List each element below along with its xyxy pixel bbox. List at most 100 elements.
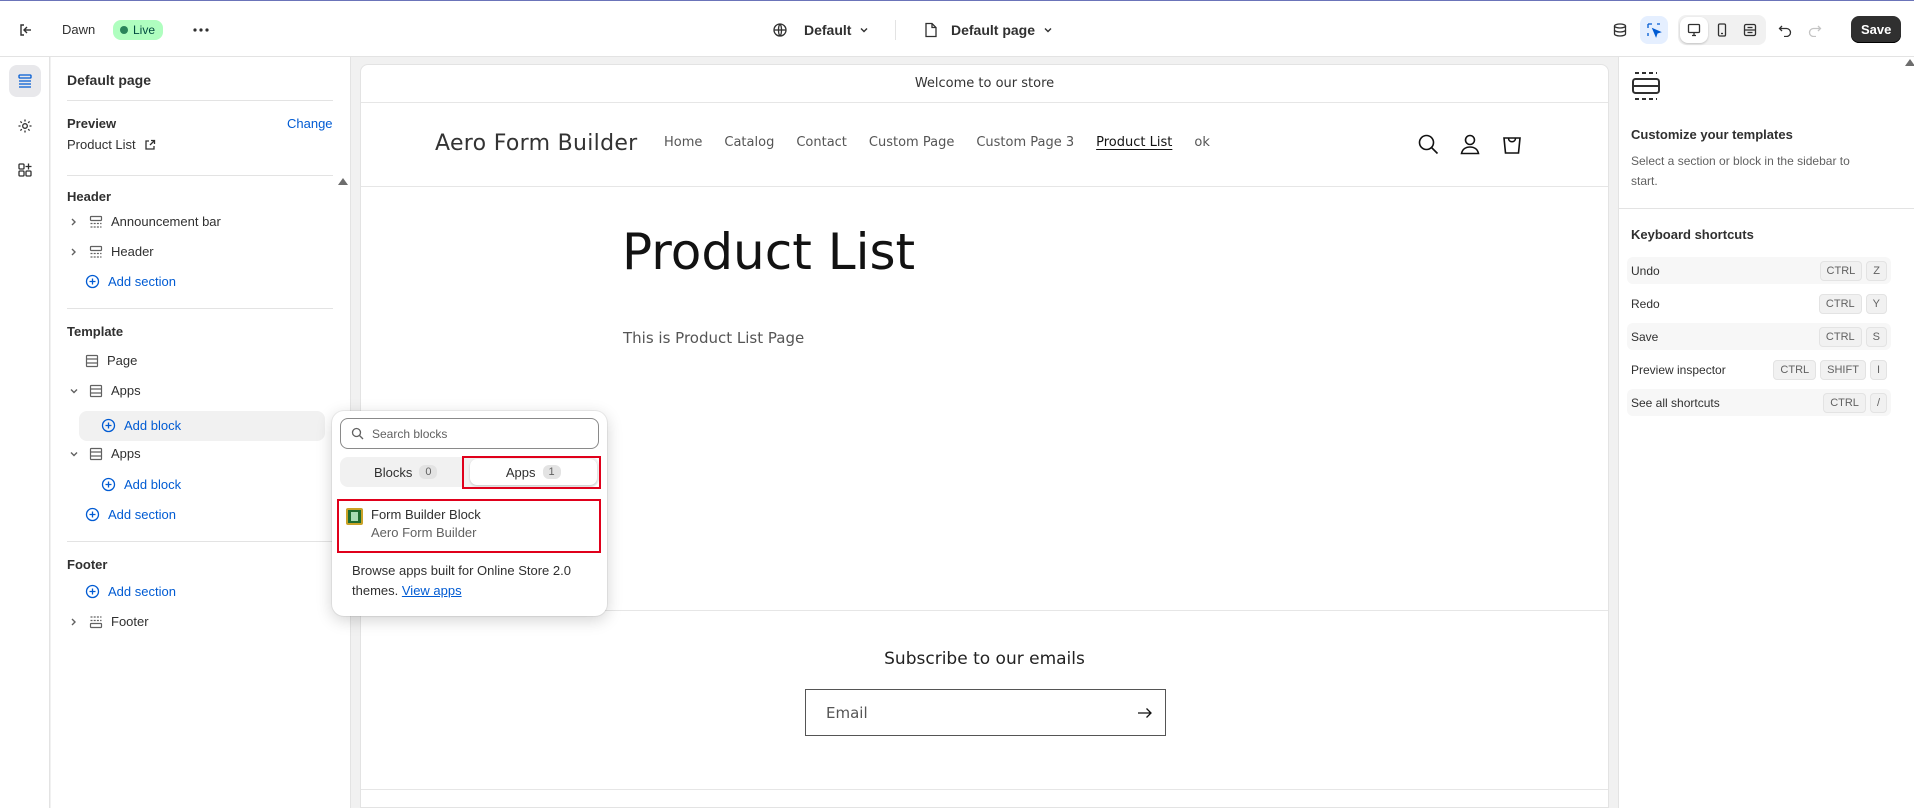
preview-label: Preview [67,116,117,131]
section-label: Footer [111,614,149,629]
section-label: Page [107,353,138,368]
tab-label: Blocks [374,464,413,480]
email-input[interactable]: Email [805,689,1166,736]
view-apps-link[interactable]: View apps [402,583,462,598]
section-layout-icon [89,245,103,258]
live-dot-icon [120,25,128,34]
divider [895,19,896,40]
right-panel-text: Select a section or block in the sidebar… [1631,154,1850,188]
preview-page-link[interactable]: Product List [67,137,156,152]
change-preview-link[interactable]: Change [287,116,333,131]
plus-circle-icon [85,274,100,289]
desktop-view-icon[interactable] [1680,16,1708,43]
redo-icon[interactable] [1801,16,1829,44]
section-footer[interactable]: Footer [67,614,149,629]
header-group-title: Header [67,189,112,204]
section-template-icon [1632,72,1660,100]
divider [67,541,333,542]
scroll-up-arrow-icon[interactable] [1905,59,1914,66]
cart-icon[interactable] [1500,132,1524,156]
fullscreen-view-icon[interactable] [1736,17,1764,43]
search-icon[interactable] [1416,132,1440,156]
section-label: Apps [111,383,141,398]
chevron-right-icon[interactable] [67,217,81,227]
divider [67,308,333,309]
chevron-down-icon [1044,27,1052,32]
add-section-footer[interactable]: Add section [85,584,176,599]
account-icon[interactable] [1458,132,1482,156]
code-database-icon[interactable] [1606,16,1634,44]
announcement-bar[interactable]: Welcome to our store [361,65,1608,103]
key-cap: CTRL [1823,392,1866,413]
nav-item-ok[interactable]: ok [1194,135,1209,150]
shortcut-label: Redo [1631,296,1660,311]
undo-icon[interactable] [1771,16,1799,44]
scroll-up-arrow-icon[interactable] [338,178,348,185]
key-cap: Z [1866,260,1887,281]
add-block-label: Add block [124,418,182,433]
chevron-right-icon[interactable] [67,617,81,627]
tab-count: 0 [419,465,438,479]
store-header[interactable]: Aero Form Builder Home Catalog Contact C… [361,103,1608,187]
arrow-right-icon[interactable] [1137,707,1153,719]
tab-blocks[interactable]: Blocks 0 [342,459,470,485]
nav-item-custom-page[interactable]: Custom Page [869,135,954,150]
section-label: Header [111,244,154,259]
shortcut-label: See all shortcuts [1631,395,1720,410]
right-panel: Customize your templates Select a sectio… [1618,57,1914,808]
shortcut-row-see-all[interactable]: See all shortcuts CTRL / [1627,389,1891,416]
chevron-down-icon[interactable] [67,449,81,459]
theme-select-label: Default [804,21,852,38]
nav-item-home[interactable]: Home [664,135,702,150]
key-cap: CTRL [1773,359,1817,380]
nav-item-contact[interactable]: Contact [796,135,847,150]
add-block-apps-2[interactable]: Add block [101,477,181,492]
add-section-template[interactable]: Add section [85,507,176,522]
key-cap: I [1869,359,1887,380]
footer-group-title: Footer [67,557,108,572]
nav-item-product-list[interactable]: Product List [1096,135,1172,150]
section-apps-1[interactable]: Apps [67,383,141,398]
divider [361,789,1608,790]
live-label: Live [133,22,156,37]
section-label: Apps [111,446,141,461]
key-cap: SHIFT [1820,359,1866,380]
chevron-down-icon [860,27,868,32]
add-section-label: Add section [108,507,176,522]
settings-gear-icon[interactable] [9,110,41,142]
mobile-view-icon[interactable] [1708,17,1736,43]
nav-item-custom-page-3[interactable]: Custom Page 3 [976,135,1074,150]
top-bar: Dawn Live Default Default page Save [0,0,1914,57]
section-apps-2[interactable]: Apps [67,446,141,461]
shortcut-label: Preview inspector [1631,362,1726,377]
chevron-right-icon[interactable] [67,247,81,257]
add-block-apps-1[interactable]: Add block [101,418,181,433]
apps-icon[interactable] [9,154,41,186]
chevron-down-icon[interactable] [67,386,81,396]
search-blocks-input[interactable]: Search blocks [340,418,599,449]
browse-apps-text: Browse apps built for Online Store 2.0 t… [352,561,592,601]
shortcut-row: Redo CTRL Y [1627,290,1891,317]
shortcut-row: Preview inspector CTRL SHIFT I [1627,356,1891,383]
theme-select[interactable]: Default [772,22,869,38]
sidebar-title: Default page [67,72,152,88]
plus-circle-icon [101,418,116,433]
preview-page-name: Product List [67,137,136,152]
add-block-label: Add block [124,477,182,492]
add-section-header[interactable]: Add section [85,274,176,289]
theme-name: Dawn [62,22,96,37]
search-placeholder: Search blocks [372,426,448,441]
key-cap: Y [1865,293,1887,314]
section-header[interactable]: Header [67,244,154,259]
page-select[interactable]: Default page [924,22,1053,38]
store-logo[interactable]: Aero Form Builder [435,131,638,156]
nav-item-catalog[interactable]: Catalog [724,135,774,150]
divider [67,175,333,176]
section-page[interactable]: Page [85,353,137,368]
more-actions-icon[interactable] [187,16,215,44]
exit-icon[interactable] [12,16,40,44]
section-announcement-bar[interactable]: Announcement bar [67,214,221,229]
save-button[interactable]: Save [1851,16,1902,43]
inspector-cursor-icon[interactable] [1640,15,1668,44]
sections-icon[interactable] [9,65,41,97]
